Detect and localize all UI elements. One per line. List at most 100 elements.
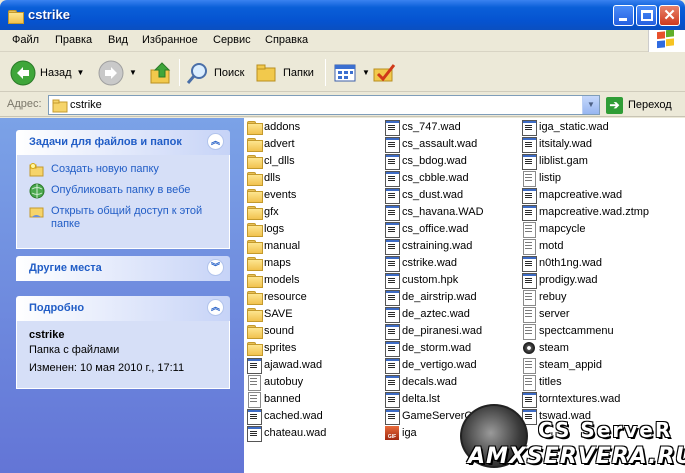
file-item[interactable]: mapcycle <box>521 221 585 238</box>
file-item[interactable]: gfx <box>246 204 279 220</box>
search-button[interactable]: Поиск <box>186 57 244 88</box>
task-publish-web[interactable]: Опубликовать папку в вебе <box>29 183 229 199</box>
file-item[interactable]: de_airstrip.wad <box>384 289 477 306</box>
file-item[interactable]: cs_747.wad <box>384 119 461 136</box>
file-item[interactable]: liblist.gam <box>521 153 588 170</box>
address-input[interactable]: cstrike ▼ <box>48 95 600 115</box>
menu-edit[interactable]: Правка <box>55 34 92 46</box>
forward-dropdown-icon[interactable]: ▼ <box>129 68 137 77</box>
file-item[interactable]: autobuy <box>246 374 303 391</box>
file-item[interactable]: steam_appid <box>521 357 602 374</box>
file-item[interactable]: spectcammenu <box>521 323 614 340</box>
title-bar[interactable]: cstrike ✕ <box>0 0 685 30</box>
maximize-button[interactable] <box>636 5 657 26</box>
file-item[interactable]: n0th1ng.wad <box>521 255 602 272</box>
file-item[interactable]: banned <box>246 391 301 408</box>
file-item[interactable]: titles <box>521 374 562 391</box>
file-item[interactable]: dlls <box>246 170 281 186</box>
other-places-header[interactable]: Другие места ︾ <box>16 256 230 281</box>
file-name: steam <box>539 342 569 354</box>
file-item[interactable]: iga <box>384 425 417 441</box>
folder-sync-button[interactable] <box>372 57 396 88</box>
file-icon <box>384 374 400 391</box>
file-item[interactable]: cached.wad <box>246 408 323 425</box>
expand-chevron-icon[interactable]: ︾ <box>207 259 224 276</box>
tasks-panel-title: Задачи для файлов и папок <box>29 136 182 148</box>
file-item[interactable]: de_vertigo.wad <box>384 357 477 374</box>
file-item[interactable]: mapcreative.wad.ztmp <box>521 204 649 221</box>
menu-favorites[interactable]: Избранное <box>142 34 198 46</box>
menu-file[interactable]: Файл <box>12 34 39 46</box>
file-item[interactable]: mapcreative.wad <box>521 187 622 204</box>
file-item[interactable]: cl_dlls <box>246 153 295 169</box>
file-item[interactable]: maps <box>246 255 291 271</box>
address-value: cstrike <box>70 99 102 111</box>
file-item[interactable]: decals.wad <box>384 374 457 391</box>
task-label: Создать новую папку <box>51 163 159 175</box>
file-name: dlls <box>264 172 281 184</box>
file-item[interactable]: itsitaly.wad <box>521 136 592 153</box>
file-item[interactable]: delta.lst <box>384 391 440 408</box>
file-item[interactable]: server <box>521 306 570 323</box>
details-panel-title: Подробно <box>29 302 85 314</box>
up-folder-button[interactable] <box>148 57 174 88</box>
menu-help[interactable]: Справка <box>265 34 308 46</box>
file-item[interactable]: sound <box>246 323 294 339</box>
minimize-button[interactable] <box>613 5 634 26</box>
back-dropdown-icon[interactable]: ▼ <box>77 68 85 77</box>
tasks-panel-header[interactable]: Задачи для файлов и папок ︽ <box>16 130 230 155</box>
file-item[interactable]: motd <box>521 238 563 255</box>
file-item[interactable]: cs_cbble.wad <box>384 170 469 187</box>
file-item[interactable]: logs <box>246 221 284 237</box>
menu-bar: Файл Правка Вид Избранное Сервис Справка <box>0 30 685 52</box>
file-item[interactable]: ajawad.wad <box>246 357 322 374</box>
file-item[interactable]: de_storm.wad <box>384 340 472 357</box>
file-item[interactable]: rebuy <box>521 289 567 306</box>
file-item[interactable]: cs_office.wad <box>384 221 468 238</box>
back-button[interactable]: Назад ▼ <box>10 57 84 88</box>
file-item[interactable]: SAVE <box>246 306 293 322</box>
text-file-icon <box>521 221 537 238</box>
go-button[interactable]: ➔ Переход <box>606 96 672 114</box>
address-dropdown-icon[interactable]: ▼ <box>582 96 599 114</box>
menu-tools[interactable]: Сервис <box>213 34 251 46</box>
file-item[interactable]: addons <box>246 119 300 135</box>
file-name: chateau.wad <box>264 427 327 439</box>
file-item[interactable]: manual <box>246 238 300 254</box>
file-item[interactable]: sprites <box>246 340 296 356</box>
file-item[interactable]: cs_assault.wad <box>384 136 477 153</box>
file-item[interactable]: advert <box>246 136 295 152</box>
file-name: sprites <box>264 342 297 354</box>
file-item[interactable]: events <box>246 187 296 203</box>
file-item[interactable]: cs_havana.WAD <box>384 204 484 221</box>
collapse-chevron-icon[interactable]: ︽ <box>207 299 224 316</box>
folders-button[interactable]: Папки <box>255 57 314 88</box>
file-item[interactable]: de_piranesi.wad <box>384 323 482 340</box>
file-item[interactable]: listip <box>521 170 561 187</box>
text-file-icon <box>521 289 537 306</box>
file-item[interactable]: iga_static.wad <box>521 119 609 136</box>
file-item[interactable]: prodigy.wad <box>521 272 598 289</box>
file-item[interactable]: cs_dust.wad <box>384 187 463 204</box>
task-share-folder[interactable]: Открыть общий доступ к этой папке <box>29 205 229 231</box>
views-dropdown-icon[interactable]: ▼ <box>362 68 370 77</box>
file-item[interactable]: cstrike.wad <box>384 255 457 272</box>
file-name: de_storm.wad <box>402 342 472 354</box>
close-button[interactable]: ✕ <box>659 5 680 26</box>
text-file-icon <box>521 323 537 340</box>
file-item[interactable]: models <box>246 272 299 288</box>
file-item[interactable]: resource <box>246 289 307 305</box>
file-item[interactable]: chateau.wad <box>246 425 327 442</box>
task-new-folder[interactable]: Создать новую папку <box>29 163 229 178</box>
file-item[interactable]: steam <box>521 340 569 356</box>
file-item[interactable]: custom.hpk <box>384 272 458 289</box>
file-item[interactable]: cs_bdog.wad <box>384 153 467 170</box>
file-name: events <box>264 189 297 201</box>
forward-button[interactable]: ▼ <box>98 57 137 88</box>
collapse-chevron-icon[interactable]: ︽ <box>207 133 224 150</box>
views-button[interactable]: ▼ <box>333 57 370 88</box>
file-item[interactable]: de_aztec.wad <box>384 306 470 323</box>
menu-view[interactable]: Вид <box>108 34 128 46</box>
details-panel-header[interactable]: Подробно ︽ <box>16 296 230 321</box>
file-item[interactable]: cstraining.wad <box>384 238 472 255</box>
